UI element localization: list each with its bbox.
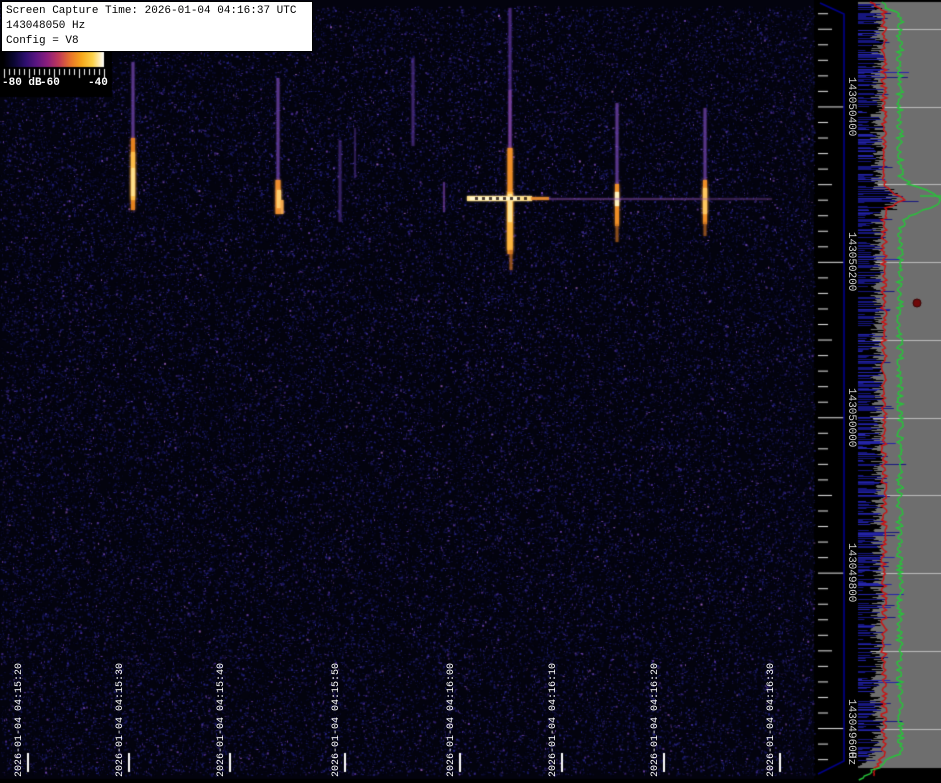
center-frequency-text: 143048050 Hz bbox=[6, 20, 86, 32]
frequency-axis-label: 143050400 bbox=[845, 77, 857, 137]
spectrum-lab-window: Screen Capture Time: 2026-01-04 04:16:37… bbox=[0, 0, 941, 783]
frequency-axis-label: 143049800 bbox=[845, 543, 857, 603]
frequency-axis-label: 143050000 bbox=[845, 388, 857, 448]
time-axis-label: 2026-01-04 04:16:00 bbox=[446, 662, 457, 777]
frequency-axis-label: 143049600 bbox=[845, 699, 857, 759]
capture-time-text: Screen Capture Time: 2026-01-04 04:16:37… bbox=[6, 5, 297, 17]
time-axis-label: 2026-01-04 04:16:20 bbox=[650, 662, 661, 777]
time-axis-label: 2026-01-04 04:15:50 bbox=[331, 662, 342, 777]
time-axis-label: 2026-01-04 04:16:10 bbox=[548, 662, 559, 777]
time-axis-label: 2026-01-04 04:16:30 bbox=[766, 662, 777, 777]
time-axis-label: 2026-01-04 04:15:20 bbox=[14, 662, 25, 777]
frequency-axis-unit: Hz bbox=[845, 752, 857, 766]
config-text: Config = V8 bbox=[6, 35, 79, 47]
capture-info-box: Screen Capture Time: 2026-01-04 04:16:37… bbox=[1, 1, 313, 52]
colorbar-label-mid: -60 bbox=[40, 77, 60, 89]
spectrogram-canvas[interactable] bbox=[0, 0, 941, 783]
colorbar-label-min: -80 dB bbox=[2, 77, 42, 89]
frequency-axis-label: 143050200 bbox=[845, 232, 857, 292]
time-axis-label: 2026-01-04 04:15:40 bbox=[216, 662, 227, 777]
time-axis-label: 2026-01-04 04:15:30 bbox=[115, 662, 126, 777]
colorbar-label-max: -40 bbox=[88, 77, 108, 89]
